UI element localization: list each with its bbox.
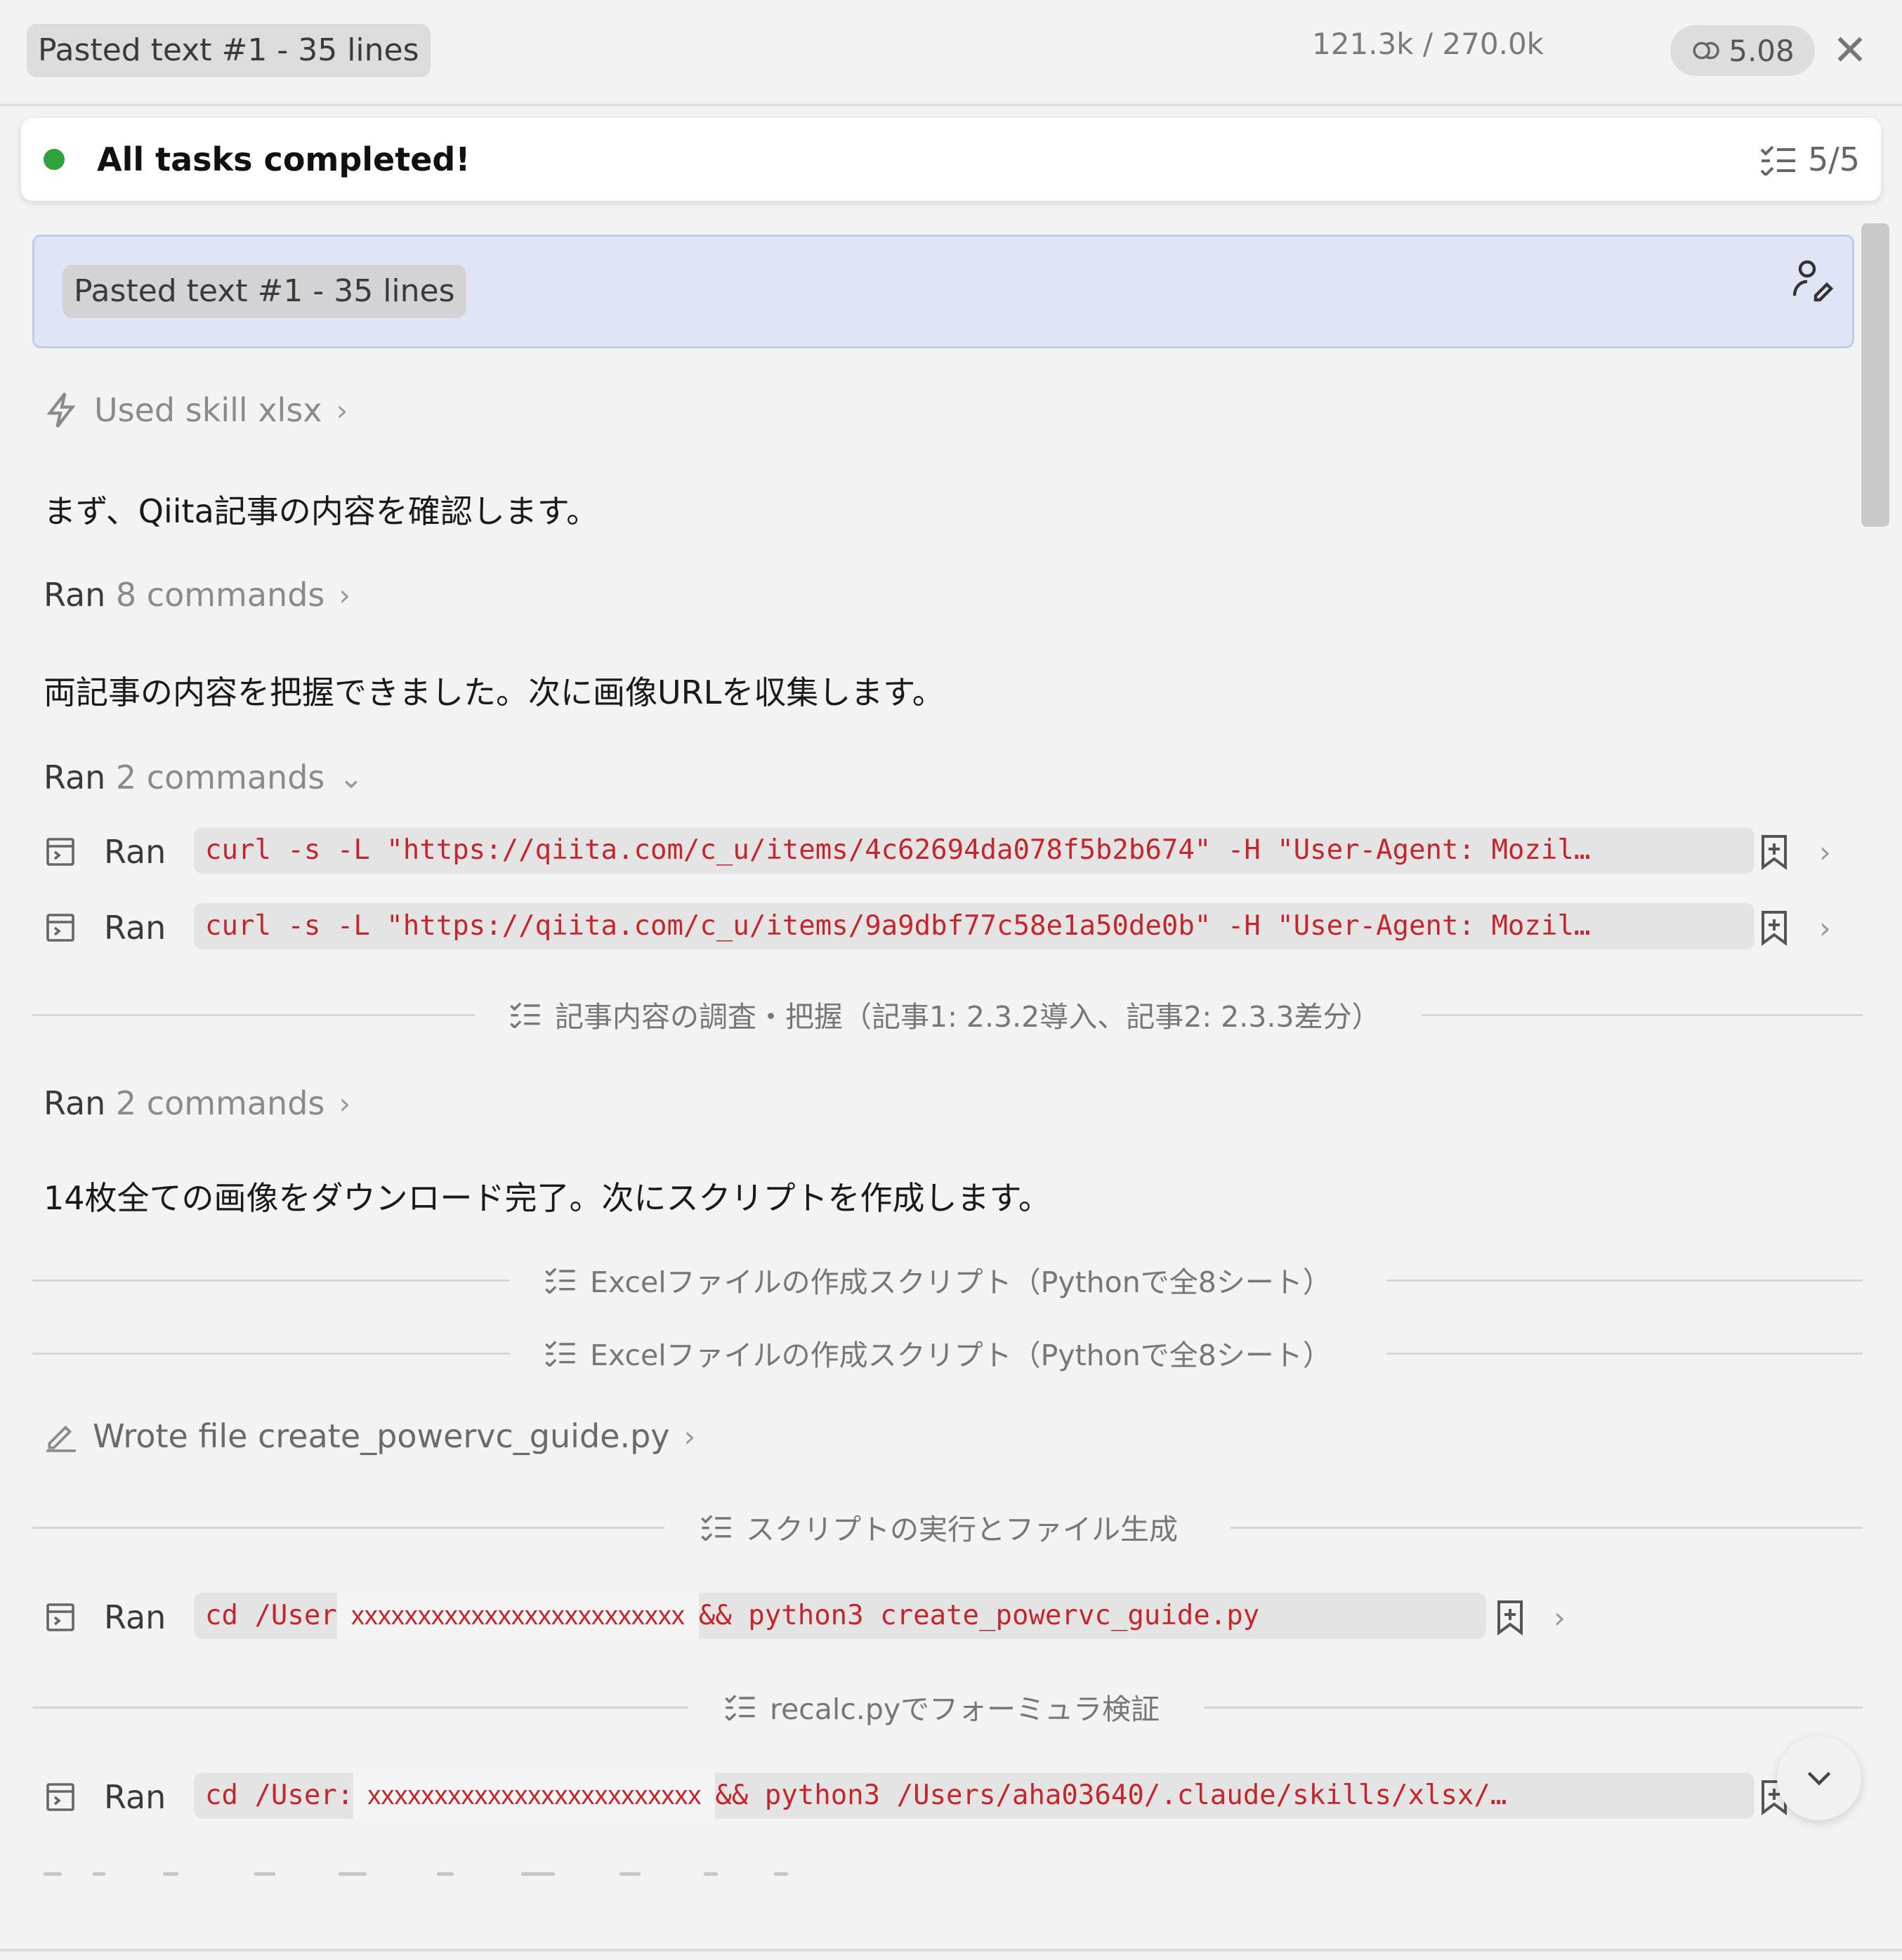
- checklist-icon: [701, 1515, 731, 1541]
- terminal-icon: [46, 914, 74, 942]
- task-divider-label: Excelファイルの作成スクリプト（Pythonで全8シート）: [590, 1265, 1332, 1299]
- ran-label: Ran: [104, 833, 166, 871]
- prompt-pasted-chip[interactable]: Pasted text #1 - 35 lines: [63, 265, 466, 318]
- status-dot: [44, 149, 65, 170]
- ran-commands-toggle[interactable]: Ran 8 commands ›: [44, 576, 350, 614]
- ran-label: Ran: [104, 1778, 166, 1816]
- task-divider-label: recalc.pyでフォーミュラ検証: [770, 1692, 1160, 1726]
- task-divider: スクリプトの実行とファイル生成: [32, 1506, 1863, 1548]
- faded-text-fragment: [44, 1872, 788, 1876]
- redacted-path: xxxxxxxxxxxxxxxxxxxxxxxxx: [336, 1593, 699, 1639]
- assistant-message: まず、Qiita記事の内容を確認します。: [44, 492, 599, 530]
- task-status-card: All tasks completed! 5/5: [21, 118, 1881, 201]
- user-prompt: Pasted text #1 - 35 lines: [32, 235, 1854, 348]
- task-count[interactable]: 5/5: [1759, 140, 1860, 178]
- redacted-path: xxxxxxxxxxxxxxxxxxxxxxxxx: [353, 1772, 716, 1819]
- ran-label: Ran: [104, 1598, 166, 1636]
- command-suffix: && python3 create_powervc_guide.py: [698, 1600, 1260, 1631]
- cost-value: 5.08: [1729, 33, 1795, 68]
- command-count: 2 commands: [115, 1084, 325, 1122]
- wrote-file-label: Wrote file create_powervc_guide.py: [93, 1417, 670, 1455]
- command-prefix: cd /User:: [205, 1780, 354, 1811]
- chevron-right-icon: ›: [336, 393, 348, 428]
- token-usage: 121.3k / 270.0k: [1312, 27, 1544, 61]
- ran-label: Ran: [44, 1084, 106, 1122]
- used-skill-label: Used skill xlsx: [94, 391, 322, 429]
- command-code: curl -s -L "https://qiita.com/c_u/items/…: [194, 903, 1755, 949]
- scrollbar[interactable]: [1861, 223, 1889, 527]
- terminal-icon: [46, 1783, 74, 1811]
- assistant-message: 14枚全ての画像をダウンロード完了。次にスクリプトを作成します。: [44, 1179, 1051, 1217]
- user-edit-icon[interactable]: [1790, 258, 1835, 303]
- status-label: All tasks completed!: [97, 140, 471, 178]
- task-count-value: 5/5: [1807, 140, 1860, 178]
- assistant-message: 両記事の内容を把握できました。次に画像URLを収集します。: [44, 673, 945, 711]
- chevron-right-icon: ›: [683, 1419, 696, 1454]
- command-code: cd /User: xxxxxxxxxxxxxxxxxxxxxxxxx && pyt…: [194, 1772, 1755, 1819]
- bookmark-add-icon[interactable]: [1757, 834, 1791, 870]
- command-suffix: && python3 /Users/aha03640/.claude/skill…: [715, 1780, 1507, 1811]
- used-skill-row[interactable]: Used skill xlsx ›: [44, 390, 348, 430]
- task-divider: recalc.pyでフォーミュラ検証: [32, 1685, 1863, 1728]
- scroll-down-button[interactable]: [1777, 1736, 1861, 1820]
- cost-badge[interactable]: 5.08: [1670, 25, 1815, 76]
- ran-label: Ran: [104, 909, 166, 947]
- top-bar: Pasted text #1 - 35 lines 121.3k / 270.0…: [0, 0, 1902, 106]
- ran-commands-toggle[interactable]: Ran 2 commands ›: [44, 1084, 350, 1122]
- command-code: cd /User xxxxxxxxxxxxxxxxxxxxxxxxx && pyth…: [194, 1593, 1486, 1639]
- checklist-icon: [510, 1002, 540, 1028]
- checklist-icon: [545, 1341, 575, 1367]
- ran-label: Ran: [44, 758, 106, 796]
- ran-commands-toggle[interactable]: Ran 2 commands ⌄: [44, 758, 364, 796]
- chevron-right-icon: ›: [339, 1086, 351, 1121]
- bottom-border: [0, 1949, 1902, 1952]
- pencil-icon: [46, 1425, 76, 1452]
- task-divider-label: Excelファイルの作成スクリプト（Pythonで全8シート）: [590, 1339, 1332, 1372]
- checklist-icon: [545, 1268, 575, 1294]
- chevron-down-icon: ⌄: [339, 760, 364, 795]
- command-count: 8 commands: [115, 576, 325, 614]
- terminal-icon: [46, 838, 74, 866]
- command-row[interactable]: Ran curl -s -L "https://qiita.com/c_u/it…: [44, 903, 1842, 952]
- ran-label: Ran: [44, 576, 106, 614]
- task-divider-label: スクリプトの実行とファイル生成: [746, 1513, 1178, 1546]
- command-row[interactable]: Ran cd /User: xxxxxxxxxxxxxxxxxxxxxxxxx &&…: [44, 1772, 1799, 1822]
- command-prefix: cd /User: [205, 1600, 337, 1631]
- coins-icon: [1693, 41, 1719, 60]
- terminal-icon: [46, 1603, 74, 1631]
- command-count: 2 commands: [115, 758, 325, 796]
- pasted-text-chip[interactable]: Pasted text #1 - 35 lines: [27, 24, 431, 77]
- chevron-down-icon: [1807, 1772, 1831, 1786]
- task-divider: 記事内容の調査・把握（記事1: 2.3.2導入、記事2: 2.3.3差分）: [32, 993, 1863, 1035]
- checklist-icon: [725, 1695, 755, 1721]
- bookmark-add-icon[interactable]: [1757, 909, 1791, 946]
- chevron-right-icon: ›: [339, 577, 351, 612]
- chevron-right-icon[interactable]: ›: [1819, 835, 1831, 869]
- command-code: curl -s -L "https://qiita.com/c_u/items/…: [194, 827, 1755, 874]
- close-icon[interactable]: ✕: [1829, 25, 1871, 76]
- task-divider-label: 記事内容の調査・把握（記事1: 2.3.2導入、記事2: 2.3.3差分）: [555, 1000, 1381, 1034]
- chevron-right-icon[interactable]: ›: [1554, 1600, 1566, 1635]
- wrote-file-row[interactable]: Wrote file create_powervc_guide.py ›: [44, 1417, 695, 1455]
- task-divider: Excelファイルの作成スクリプト（Pythonで全8シート）: [32, 1331, 1863, 1374]
- chevron-right-icon[interactable]: ›: [1819, 911, 1831, 945]
- bookmark-add-icon[interactable]: [1493, 1599, 1527, 1636]
- command-row[interactable]: Ran curl -s -L "https://qiita.com/c_u/it…: [44, 827, 1842, 876]
- task-divider: Excelファイルの作成スクリプト（Pythonで全8シート）: [32, 1258, 1863, 1301]
- lightning-icon: [46, 392, 76, 428]
- checklist-icon: [1760, 145, 1795, 176]
- command-row[interactable]: Ran cd /User xxxxxxxxxxxxxxxxxxxxxxxxx && …: [44, 1593, 1589, 1642]
